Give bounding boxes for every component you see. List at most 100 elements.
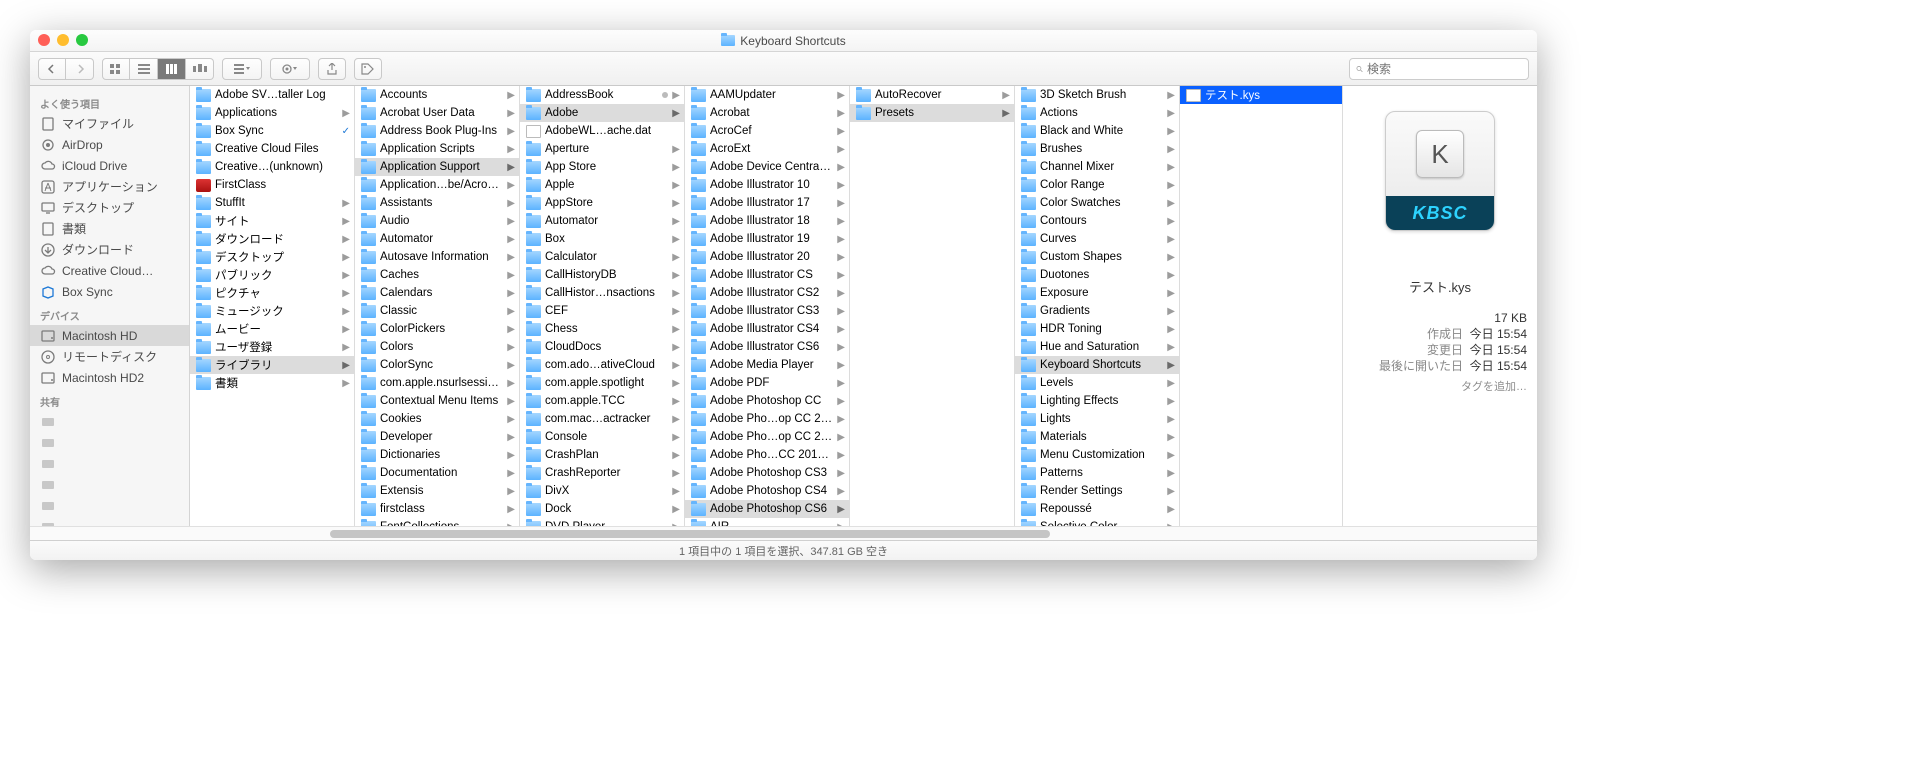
column[interactable]: AutoRecover▶Presets▶ [850, 86, 1015, 526]
list-item[interactable]: DVD Player▶ [520, 518, 684, 526]
list-item[interactable]: Adobe Photoshop CS3▶ [685, 464, 849, 482]
list-item[interactable]: AcroExt▶ [685, 140, 849, 158]
list-item[interactable]: Acrobat▶ [685, 104, 849, 122]
list-item[interactable]: Adobe Illustrator CS2▶ [685, 284, 849, 302]
list-item[interactable]: Curves▶ [1015, 230, 1179, 248]
column[interactable]: AAMUpdater▶Acrobat▶AcroCef▶AcroExt▶Adobe… [685, 86, 850, 526]
list-item[interactable]: CrashReporter▶ [520, 464, 684, 482]
list-item[interactable]: ピクチャ▶ [190, 284, 354, 302]
list-item[interactable]: Cookies▶ [355, 410, 519, 428]
list-item[interactable]: Adobe▶ [520, 104, 684, 122]
tag-button[interactable] [354, 58, 382, 80]
list-item[interactable]: Autosave Information▶ [355, 248, 519, 266]
sidebar-item[interactable]: AirDrop [30, 134, 189, 155]
list-item[interactable]: 3D Sketch Brush▶ [1015, 86, 1179, 104]
zoom-icon[interactable] [76, 34, 88, 46]
list-item[interactable]: Adobe Illustrator CS4▶ [685, 320, 849, 338]
list-item[interactable]: Adobe Photoshop CC▶ [685, 392, 849, 410]
list-item[interactable]: Dictionaries▶ [355, 446, 519, 464]
list-item[interactable]: Adobe Illustrator CS3▶ [685, 302, 849, 320]
list-item[interactable]: Adobe Media Player▶ [685, 356, 849, 374]
list-item[interactable]: Custom Shapes▶ [1015, 248, 1179, 266]
list-item[interactable]: Documentation▶ [355, 464, 519, 482]
column[interactable]: テスト.kys [1180, 86, 1342, 526]
list-item[interactable]: Assistants▶ [355, 194, 519, 212]
icon-view-button[interactable] [102, 58, 130, 80]
list-item[interactable]: Adobe Illustrator 17▶ [685, 194, 849, 212]
list-item[interactable]: Repoussé▶ [1015, 500, 1179, 518]
list-item[interactable]: Menu Customization▶ [1015, 446, 1179, 464]
list-item[interactable]: Automator▶ [355, 230, 519, 248]
list-item[interactable]: パブリック▶ [190, 266, 354, 284]
sidebar-item[interactable]: Macintosh HD2 [30, 367, 189, 388]
list-item[interactable]: Box Sync✓ [190, 122, 354, 140]
list-item[interactable]: firstclass▶ [355, 500, 519, 518]
list-item[interactable]: Duotones▶ [1015, 266, 1179, 284]
list-item[interactable]: Adobe Pho…CC 2015.5▶ [685, 446, 849, 464]
sidebar-item[interactable]: 書類 [30, 218, 189, 239]
share-button[interactable] [318, 58, 346, 80]
sidebar[interactable]: よく使う項目マイファイルAirDropiCloud Driveアプリケーションデ… [30, 86, 190, 526]
list-item[interactable]: Audio▶ [355, 212, 519, 230]
list-item[interactable]: Render Settings▶ [1015, 482, 1179, 500]
list-item[interactable]: Levels▶ [1015, 374, 1179, 392]
list-item[interactable]: Adobe Illustrator 10▶ [685, 176, 849, 194]
list-view-button[interactable] [130, 58, 158, 80]
list-item[interactable]: Lights▶ [1015, 410, 1179, 428]
add-tag-link[interactable]: タグを追加… [1353, 378, 1527, 394]
list-item[interactable]: Hue and Saturation▶ [1015, 338, 1179, 356]
column[interactable]: AddressBook▶Adobe▶AdobeWL…ache.datApertu… [520, 86, 685, 526]
minimize-icon[interactable] [57, 34, 69, 46]
arrange-button[interactable] [222, 58, 262, 80]
list-item[interactable]: Actions▶ [1015, 104, 1179, 122]
search-field[interactable] [1349, 58, 1529, 80]
horizontal-scrollbar[interactable] [30, 526, 1537, 540]
list-item[interactable]: Channel Mixer▶ [1015, 158, 1179, 176]
list-item[interactable]: com.apple.spotlight▶ [520, 374, 684, 392]
list-item[interactable]: Colors▶ [355, 338, 519, 356]
list-item[interactable]: サイト▶ [190, 212, 354, 230]
list-item[interactable]: Materials▶ [1015, 428, 1179, 446]
column[interactable]: 3D Sketch Brush▶Actions▶Black and White▶… [1015, 86, 1180, 526]
list-item[interactable]: Adobe Illustrator CS6▶ [685, 338, 849, 356]
list-item[interactable]: Adobe Device Central CS3▶ [685, 158, 849, 176]
list-item[interactable]: Chess▶ [520, 320, 684, 338]
sidebar-item[interactable] [30, 453, 189, 474]
list-item[interactable]: App Store▶ [520, 158, 684, 176]
list-item[interactable]: ライブラリ▶ [190, 356, 354, 374]
list-item[interactable]: Applications▶ [190, 104, 354, 122]
sidebar-item[interactable]: Creative Cloud… [30, 260, 189, 281]
list-item[interactable]: Contours▶ [1015, 212, 1179, 230]
list-item[interactable]: Adobe Illustrator 20▶ [685, 248, 849, 266]
list-item[interactable]: Lighting Effects▶ [1015, 392, 1179, 410]
list-item[interactable]: Exposure▶ [1015, 284, 1179, 302]
list-item[interactable]: StuffIt▶ [190, 194, 354, 212]
list-item[interactable]: Creative Cloud Files [190, 140, 354, 158]
list-item[interactable]: com.apple.TCC▶ [520, 392, 684, 410]
column-browser[interactable]: Adobe SV…taller LogApplications▶Box Sync… [190, 86, 1342, 526]
list-item[interactable]: Adobe Pho…op CC 2015▶ [685, 428, 849, 446]
list-item[interactable]: Extensis▶ [355, 482, 519, 500]
list-item[interactable]: ColorSync▶ [355, 356, 519, 374]
list-item[interactable]: AdobeWL…ache.dat [520, 122, 684, 140]
list-item[interactable]: Presets▶ [850, 104, 1014, 122]
list-item[interactable]: AutoRecover▶ [850, 86, 1014, 104]
list-item[interactable]: Adobe SV…taller Log [190, 86, 354, 104]
list-item[interactable]: Automator▶ [520, 212, 684, 230]
sidebar-item[interactable]: iCloud Drive [30, 155, 189, 176]
list-item[interactable]: Gradients▶ [1015, 302, 1179, 320]
list-item[interactable]: HDR Toning▶ [1015, 320, 1179, 338]
list-item[interactable]: Keyboard Shortcuts▶ [1015, 356, 1179, 374]
forward-button[interactable] [66, 58, 94, 80]
list-item[interactable]: Dock▶ [520, 500, 684, 518]
sidebar-item[interactable] [30, 432, 189, 453]
sidebar-item[interactable] [30, 411, 189, 432]
list-item[interactable]: DivX▶ [520, 482, 684, 500]
list-item[interactable]: Calculator▶ [520, 248, 684, 266]
list-item[interactable]: Console▶ [520, 428, 684, 446]
list-item[interactable]: AAMUpdater▶ [685, 86, 849, 104]
list-item[interactable]: AppStore▶ [520, 194, 684, 212]
list-item[interactable]: com.apple.nsurlsessiond▶ [355, 374, 519, 392]
list-item[interactable]: デスクトップ▶ [190, 248, 354, 266]
list-item[interactable]: Creative…(unknown) [190, 158, 354, 176]
